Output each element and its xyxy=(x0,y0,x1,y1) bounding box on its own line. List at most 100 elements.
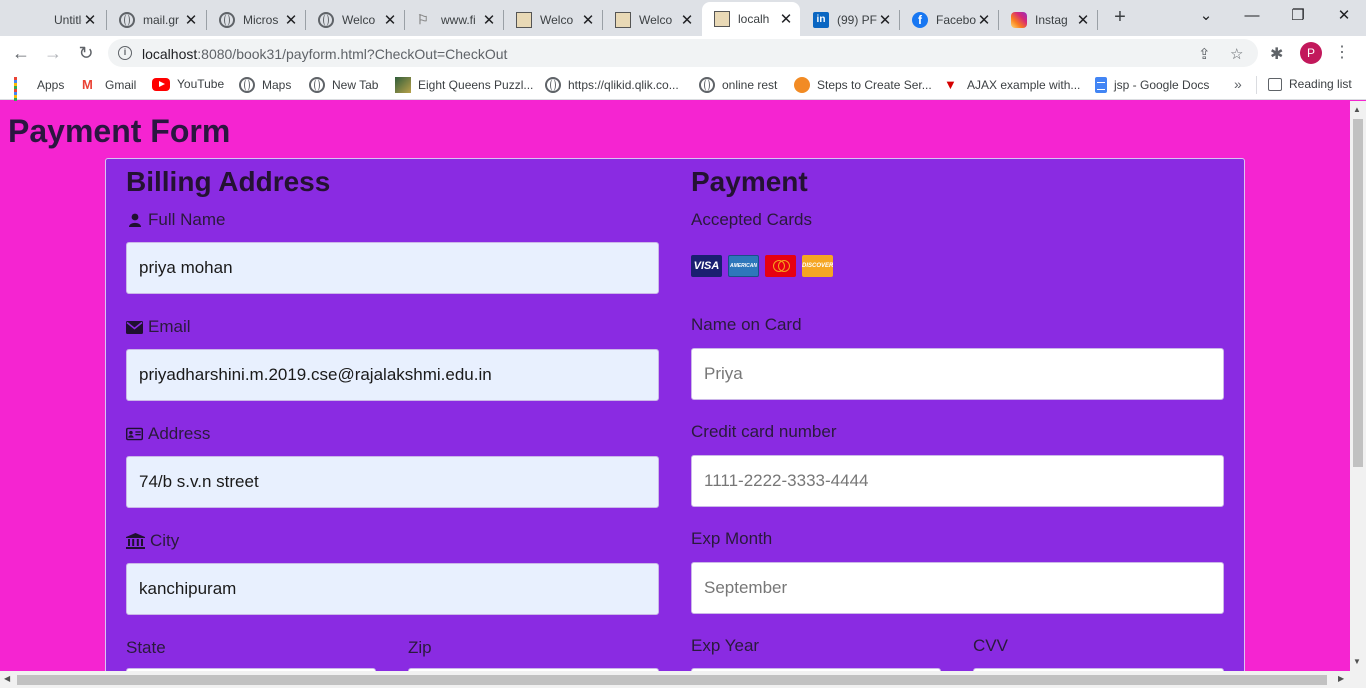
institution-icon xyxy=(126,533,145,549)
full-name-input[interactable] xyxy=(126,242,659,294)
exp-month-label: Exp Month xyxy=(691,529,773,548)
url-text[interactable]: localhost:8080/book31/payform.html?Check… xyxy=(142,46,507,62)
name-on-card-input[interactable] xyxy=(691,348,1224,400)
forward-button[interactable]: → xyxy=(40,40,66,66)
bookmark-ajax[interactable]: ▼ AJAX example with... xyxy=(944,77,1080,93)
new-tab-button[interactable]: + xyxy=(1108,6,1132,30)
close-tab-icon[interactable]: ✕ xyxy=(183,11,199,29)
city-input[interactable] xyxy=(126,563,659,615)
close-tab-icon[interactable]: ✕ xyxy=(976,11,992,29)
browser-tab[interactable]: f Facebo ✕ xyxy=(900,4,998,36)
tab-search-icon[interactable]: ⌄ xyxy=(1190,4,1222,28)
scroll-down-arrow-icon[interactable]: ▼ xyxy=(1353,657,1361,666)
browser-tab[interactable]: in (99) PF ✕ xyxy=(801,4,899,36)
browser-tab[interactable]: Instag ✕ xyxy=(999,4,1097,36)
apps-grid-icon xyxy=(14,77,30,104)
scroll-left-arrow-icon[interactable]: ◀ xyxy=(4,674,10,683)
close-tab-icon[interactable]: ✕ xyxy=(382,11,398,29)
accepted-cards-label: Accepted Cards xyxy=(691,210,812,229)
close-tab-icon[interactable]: ✕ xyxy=(481,11,497,29)
horizontal-scroll-thumb[interactable] xyxy=(17,675,1327,685)
vertical-scrollbar[interactable]: ▲ ▼ xyxy=(1350,101,1366,671)
browser-tabstrip: Untitle ✕ mail.gr ✕ Micros ✕ Welco ✕ ⚐ w… xyxy=(0,0,1366,36)
bookmark-eight-queens[interactable]: Eight Queens Puzzl... xyxy=(395,77,533,93)
more-bookmarks-chevron-icon[interactable]: » xyxy=(1234,76,1242,92)
extensions-puzzle-icon[interactable]: ✱ xyxy=(1270,44,1283,64)
globe-icon xyxy=(119,12,135,28)
address-bar[interactable]: i localhost:8080/book31/payform.html?Che… xyxy=(108,39,1258,67)
close-tab-icon[interactable]: ✕ xyxy=(1075,11,1091,29)
instagram-icon xyxy=(1011,12,1027,28)
globe-icon xyxy=(219,12,235,28)
page-title: Payment Form xyxy=(8,113,231,149)
email-input[interactable] xyxy=(126,349,659,401)
browser-tab[interactable]: mail.gr ✕ xyxy=(107,4,205,36)
card-number-input[interactable] xyxy=(691,455,1224,507)
image-icon xyxy=(516,12,532,28)
reload-button[interactable]: ↻ xyxy=(73,40,99,66)
browser-tab[interactable]: Welco ✕ xyxy=(603,4,701,36)
close-tab-icon[interactable]: ✕ xyxy=(82,11,98,29)
bookmark-new-tab[interactable]: New Tab xyxy=(309,77,378,93)
steps-icon xyxy=(794,77,810,93)
bookmark-steps[interactable]: Steps to Create Ser... xyxy=(794,77,932,93)
address-card-icon xyxy=(126,427,143,441)
exp-year-label: Exp Year xyxy=(691,636,760,655)
restore-button[interactable]: ❐ xyxy=(1282,4,1314,28)
bookmark-star-icon[interactable]: ☆ xyxy=(1230,45,1243,63)
horizontal-scrollbar[interactable]: ◀ ▶ xyxy=(0,671,1366,688)
bookmark-maps[interactable]: Maps xyxy=(239,77,291,93)
browser-menu-icon[interactable]: ⋮ xyxy=(1334,42,1350,62)
close-window-button[interactable]: ✕ xyxy=(1328,4,1360,28)
bookmark-online-rest[interactable]: online rest xyxy=(699,77,777,93)
close-tab-icon[interactable]: ✕ xyxy=(679,11,695,29)
close-tab-icon[interactable]: ✕ xyxy=(877,11,893,29)
share-icon[interactable]: ⇪ xyxy=(1198,45,1211,63)
email-label: Email xyxy=(126,317,191,337)
bookmark-apps[interactable]: Apps xyxy=(14,77,64,104)
scroll-up-arrow-icon[interactable]: ▲ xyxy=(1353,105,1361,114)
globe-icon xyxy=(309,77,325,93)
browser-tab[interactable]: Welco ✕ xyxy=(306,4,404,36)
city-label: City xyxy=(126,531,179,551)
envelope-icon xyxy=(126,320,143,334)
globe-icon xyxy=(239,77,255,93)
close-tab-icon[interactable]: ✕ xyxy=(778,10,794,28)
vertical-scroll-thumb[interactable] xyxy=(1353,119,1363,467)
scroll-right-arrow-icon[interactable]: ▶ xyxy=(1338,674,1344,683)
address-input[interactable] xyxy=(126,456,659,508)
flag-icon: ⚐ xyxy=(417,12,429,27)
browser-tab-active[interactable]: localh ✕ xyxy=(702,2,800,36)
globe-icon xyxy=(699,77,715,93)
back-button[interactable]: ← xyxy=(8,40,34,66)
bookmark-qlik[interactable]: https://qlikid.qlik.co... xyxy=(545,77,679,93)
minimize-button[interactable]: — xyxy=(1236,4,1268,28)
site-info-icon[interactable]: i xyxy=(118,46,132,60)
browser-tab[interactable]: Welco ✕ xyxy=(504,4,602,36)
payment-heading: Payment xyxy=(691,166,808,197)
browser-tab[interactable]: ⚐ www.fi ✕ xyxy=(405,4,503,36)
close-tab-icon[interactable]: ✕ xyxy=(283,11,299,29)
browser-tab[interactable]: Micros ✕ xyxy=(207,4,305,36)
bookmark-youtube[interactable]: YouTube xyxy=(152,77,224,91)
close-tab-icon[interactable]: ✕ xyxy=(580,11,596,29)
bookmark-gmail[interactable]: M Gmail xyxy=(82,77,136,93)
profile-avatar[interactable]: P xyxy=(1300,42,1322,64)
browser-tab[interactable]: Untitle ✕ xyxy=(18,4,104,36)
discover-card-icon: DISCOVER xyxy=(802,255,833,277)
picture-icon xyxy=(395,77,411,93)
amex-card-icon: AMERICAN EXPRESS xyxy=(728,255,759,277)
facebook-icon: f xyxy=(912,12,928,28)
zip-label: Zip xyxy=(408,638,432,657)
blank-page-icon xyxy=(30,12,46,28)
cvv-label: CVV xyxy=(973,636,1008,655)
bookmark-google-docs[interactable]: jsp - Google Docs xyxy=(1095,77,1209,93)
ajax-logo-icon: ▼ xyxy=(944,77,957,92)
web-page: Payment Form Billing Address Full Name E… xyxy=(0,101,1350,671)
browser-toolbar: ← → ↻ i localhost:8080/book31/payform.ht… xyxy=(0,36,1366,70)
globe-icon xyxy=(318,12,334,28)
full-name-label: Full Name xyxy=(126,210,225,230)
image-icon xyxy=(615,12,631,28)
exp-month-input[interactable] xyxy=(691,562,1224,614)
reading-list-button[interactable]: Reading list xyxy=(1268,77,1352,91)
